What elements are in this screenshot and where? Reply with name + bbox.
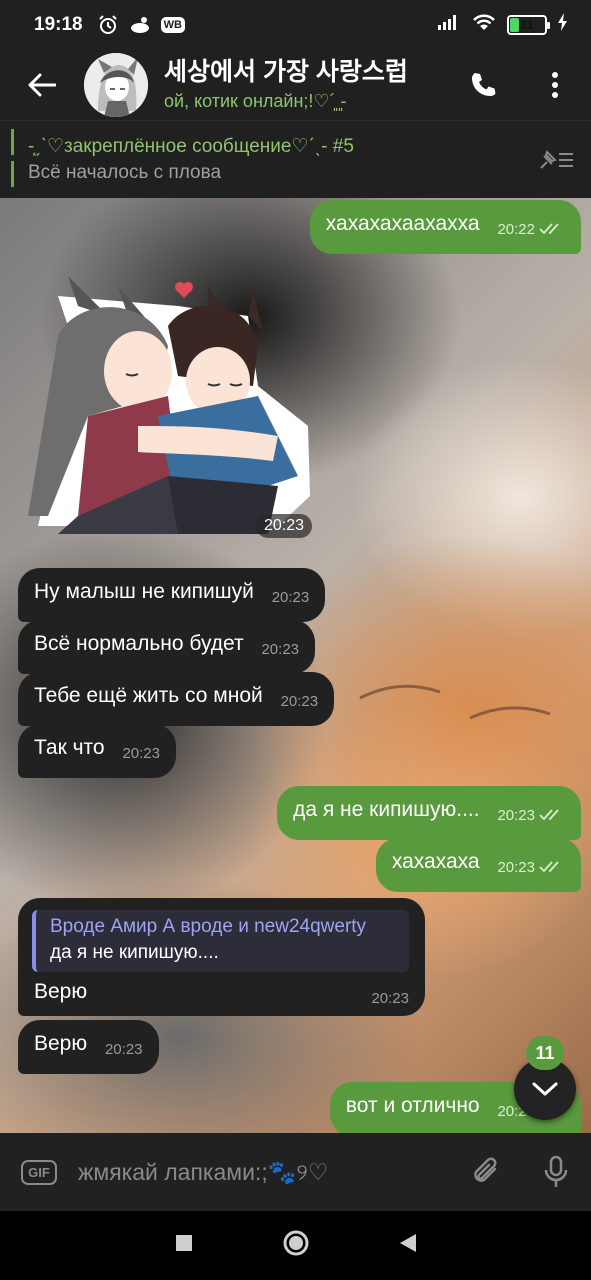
home-button[interactable]	[282, 1229, 310, 1262]
notification-icon	[129, 15, 151, 35]
message-time-text: 20:23	[497, 807, 535, 824]
battery-icon: 31	[507, 15, 550, 35]
pinned-list-button[interactable]	[521, 125, 591, 195]
sticker-anime-hug[interactable]	[18, 276, 318, 534]
double-check-icon	[539, 861, 559, 873]
recents-button[interactable]	[174, 1233, 194, 1258]
system-nav-bar	[0, 1211, 591, 1280]
message-text: Верю	[34, 1032, 88, 1055]
square-icon	[175, 1235, 192, 1251]
alarm-icon	[97, 14, 119, 36]
chevron-down-icon	[532, 1082, 558, 1096]
message-text: да я не кипишую....	[293, 798, 480, 821]
message-text: Всё нормально будет	[34, 632, 244, 655]
message-outgoing[interactable]: да я не кипишую.... 20:23	[277, 786, 581, 840]
gif-icon: GIF	[21, 1159, 57, 1185]
unpin-list-icon	[540, 149, 573, 169]
back-arrow-icon	[28, 73, 56, 97]
message-text: вот и отлично	[345, 1094, 480, 1117]
back-button[interactable]	[0, 50, 84, 120]
reply-quote[interactable]: Вроде Амир А вроде и new24qwerty да я не…	[32, 910, 409, 972]
sticker-time: 20:23	[256, 514, 313, 538]
message-time: 20:23	[271, 589, 310, 606]
message-time: 20:23	[497, 854, 565, 882]
back-nav-button[interactable]	[398, 1232, 418, 1259]
mic-icon	[544, 1155, 568, 1187]
status-time: 19:18	[34, 14, 83, 35]
message-incoming[interactable]: Так что 20:23	[18, 724, 176, 778]
double-check-icon	[539, 809, 559, 821]
wb-icon: WB	[160, 17, 185, 33]
message-time-text: 20:23	[497, 859, 535, 876]
chat-area[interactable]: хахахахаахахха 20:22 20:23 Ну малыш не к…	[0, 198, 591, 1133]
attach-button[interactable]	[451, 1133, 521, 1211]
gif-button[interactable]: GIF	[0, 1133, 78, 1211]
message-text: Тебе ещё жить со мной	[34, 684, 263, 707]
chat-info[interactable]: 세상에서 가장 사랑스럽 ой, котик онлайн;!♡´͈ ͈-	[164, 56, 447, 114]
attach-icon	[474, 1157, 497, 1182]
triangle-back-icon	[399, 1234, 416, 1252]
chat-title: 세상에서 가장 사랑스럽	[164, 58, 408, 86]
message-text: Ну малыш не кипишуй	[34, 580, 254, 603]
message-time-text: 20:22	[497, 221, 535, 238]
message-text: Верю	[34, 980, 88, 1003]
reply-author: Вроде Амир А вроде и new24qwerty	[50, 916, 367, 937]
message-input-bar: GIF жмякай лапками:;🐾୨♡	[0, 1133, 591, 1211]
pinned-message-bar[interactable]: -͙ˏˋ♡закреплённое сообщение♡ˊˎ- #5 Всё н…	[0, 120, 591, 198]
message-incoming[interactable]: Верю 20:23	[18, 1020, 159, 1074]
message-incoming[interactable]: Тебе ещё жить со мной 20:23	[18, 672, 335, 726]
message-time: 20:23	[497, 802, 565, 830]
chat-header: 세상에서 가장 사랑스럽 ой, котик онлайн;!♡´͈ ͈-	[0, 50, 591, 120]
message-incoming[interactable]: Всё нормально будет 20:23	[18, 620, 316, 674]
pinned-body: Всё началось с плова	[28, 161, 222, 183]
pinned-indicator	[11, 129, 14, 191]
reply-text: да я не кипишую....	[50, 942, 219, 963]
voice-button[interactable]	[521, 1133, 591, 1211]
phone-icon	[472, 73, 496, 96]
wifi-icon	[471, 12, 497, 38]
double-check-icon	[539, 223, 559, 235]
more-button[interactable]	[519, 50, 591, 120]
pinned-title: -͙ˏˋ♡закреплённое сообщение♡ˊˎ- #5	[28, 135, 354, 157]
message-text: хахахахаахахха	[325, 212, 480, 235]
message-time: 20:23	[371, 990, 409, 1007]
message-time: 20:23	[261, 641, 300, 658]
message-text: хахахаха	[391, 850, 480, 873]
wb-label: WB	[160, 17, 185, 33]
signal-icon	[437, 13, 461, 37]
message-input[interactable]: жмякай лапками:;🐾୨♡	[78, 1159, 451, 1186]
battery-level: 31	[520, 18, 534, 32]
message-time: 20:22	[497, 216, 565, 244]
message-incoming[interactable]: Ну малыш не кипишуй 20:23	[18, 568, 326, 622]
message-time: 20:23	[280, 693, 319, 710]
message-incoming-reply[interactable]: Вроде Амир А вроде и new24qwerty да я не…	[18, 898, 425, 1016]
call-button[interactable]	[447, 50, 519, 120]
circle-icon	[283, 1230, 308, 1256]
charging-icon	[557, 12, 569, 38]
unread-count-badge: 11	[526, 1036, 564, 1070]
message-time: 20:23	[104, 1041, 143, 1058]
message-outgoing[interactable]: хахахахаахахха 20:22	[309, 200, 581, 254]
pinned-text[interactable]: -͙ˏˋ♡закреплённое сообщение♡ˊˎ- #5 Всё н…	[28, 134, 521, 186]
message-outgoing[interactable]: хахахаха 20:23	[375, 838, 581, 892]
battery-fill	[510, 18, 520, 32]
chat-avatar[interactable]	[84, 53, 148, 117]
more-vert-icon	[552, 72, 558, 98]
message-text: Так что	[34, 736, 105, 759]
chat-subtitle: ой, котик онлайн;!♡´͈ ͈-	[164, 91, 347, 111]
status-bar: 19:18 WB 31	[0, 0, 591, 50]
message-time: 20:23	[122, 745, 160, 762]
